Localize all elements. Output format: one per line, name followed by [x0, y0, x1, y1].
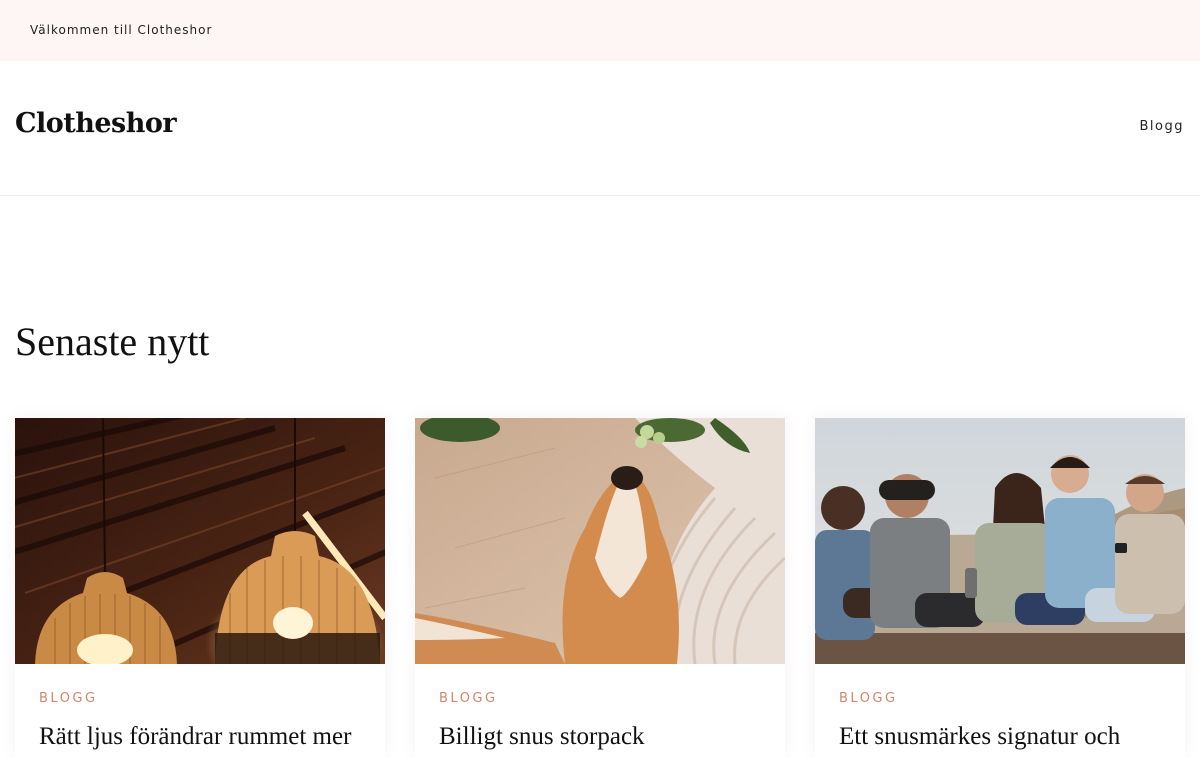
card-image-friends[interactable]: [815, 418, 1185, 664]
top-announcement-bar: Välkommen till Clotheshor: [0, 0, 1200, 61]
site-logo[interactable]: Clotheshor: [15, 108, 177, 139]
post-category[interactable]: BLOGG: [439, 691, 498, 706]
blog-card[interactable]: BLOGG Billigt snus storpack: [415, 418, 785, 758]
section-title: Senaste nytt: [15, 319, 210, 364]
post-category[interactable]: BLOGG: [39, 691, 98, 706]
nav-link-blogg[interactable]: Blogg: [1140, 119, 1185, 134]
blog-card[interactable]: BLOGG Ett snusmärkes signatur och: [815, 418, 1185, 758]
site-header: Clotheshor Blogg: [0, 61, 1200, 196]
card-image-dog[interactable]: [415, 418, 785, 664]
post-title[interactable]: Billigt snus storpack: [439, 723, 769, 751]
post-category[interactable]: BLOGG: [839, 691, 898, 706]
blog-card[interactable]: BLOGG Rätt ljus förändrar rummet mer: [15, 418, 385, 758]
card-image-lamps[interactable]: [15, 418, 385, 664]
welcome-text: Välkommen till Clotheshor: [30, 23, 213, 37]
post-title[interactable]: Ett snusmärkes signatur och: [839, 723, 1169, 751]
post-title[interactable]: Rätt ljus förändrar rummet mer: [39, 723, 369, 751]
